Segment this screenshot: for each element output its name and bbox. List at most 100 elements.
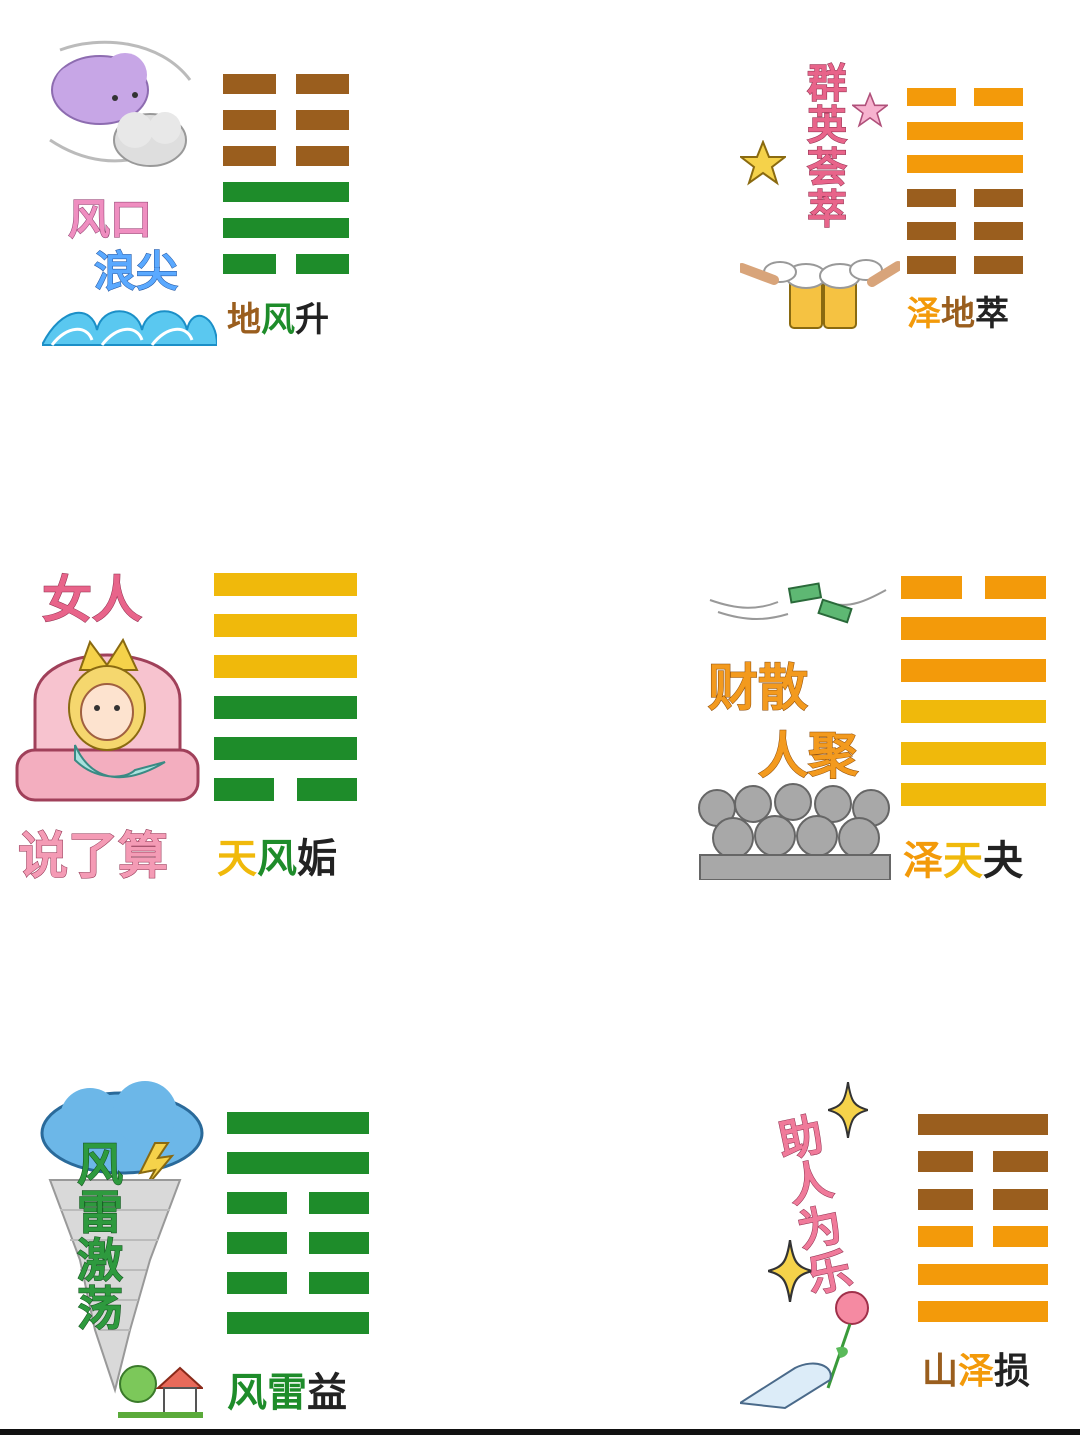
line-segment [296, 110, 349, 130]
line-segment [223, 146, 276, 166]
bottom-bar [0, 1429, 1080, 1435]
line-segment [985, 576, 1046, 599]
line-segment [227, 1312, 369, 1334]
card-gou: 女人 说了算 天风姤 [0, 540, 540, 900]
yin-line [227, 1232, 369, 1254]
line-segment [214, 614, 357, 637]
yang-line [901, 783, 1046, 806]
star-icon [852, 92, 888, 128]
line-segment [901, 700, 1046, 724]
yang-line [918, 1114, 1048, 1135]
hexagram-name-char: 天 [943, 838, 983, 884]
hexagram-lines [227, 1112, 369, 1334]
line-segment [907, 255, 956, 274]
yang-line [901, 700, 1046, 724]
line-segment [309, 1192, 369, 1214]
line-segment [901, 658, 1046, 682]
line-segment [901, 741, 1046, 765]
slogan-line-2: 人聚 [758, 727, 859, 786]
hexagram-name-char: 地 [941, 294, 975, 334]
line-segment [907, 88, 956, 107]
yin-line [918, 1226, 1048, 1248]
line-segment [223, 218, 349, 238]
line-segment [974, 222, 1023, 241]
line-segment [223, 74, 276, 94]
line-segment [974, 88, 1023, 107]
slogan-line-1: 女人 [42, 571, 143, 630]
hexagram-name-char: 姤 [297, 836, 337, 882]
hexagram-name-char: 雷 [267, 1370, 307, 1416]
crowd-icon [698, 783, 891, 880]
yin-line [214, 778, 357, 801]
line-segment [296, 74, 349, 94]
yang-line [223, 182, 349, 202]
yin-line [907, 255, 1023, 274]
hexagram-name: 天风姤 [217, 826, 337, 884]
line-segment [227, 1112, 369, 1134]
slogan-line-1: 财散 [708, 659, 809, 718]
yang-line [918, 1301, 1048, 1322]
hexagram-name-char: 泽 [958, 1351, 995, 1392]
yang-line [227, 1112, 369, 1134]
hexagram-name-char: 夬 [983, 838, 1023, 884]
line-segment [214, 737, 357, 760]
hexagram-name-char: 风 [261, 300, 295, 340]
line-segment [918, 1301, 1048, 1322]
line-segment [918, 1226, 973, 1248]
sparkle-icon [828, 1082, 868, 1138]
line-segment [901, 576, 962, 599]
line-segment [993, 1151, 1048, 1173]
beer-toast-icon [740, 259, 900, 329]
line-segment [296, 254, 349, 274]
yang-line [227, 1152, 369, 1174]
wind-cloud-icon [49, 40, 192, 167]
yang-line [214, 696, 357, 719]
hexagram-name-char: 地 [227, 300, 261, 340]
yin-line [901, 576, 1046, 599]
line-segment [974, 255, 1023, 274]
flying-money-icon [709, 582, 887, 624]
yang-line [214, 655, 357, 678]
line-segment [993, 1226, 1048, 1248]
hexagram-lines [918, 1114, 1048, 1322]
hand-with-rose-icon [740, 1291, 869, 1410]
slogan-vertical: 风雷激荡 [70, 1140, 125, 1333]
yang-line [901, 741, 1046, 765]
line-segment [227, 1192, 287, 1214]
yang-line [901, 658, 1046, 682]
yang-line [907, 121, 1023, 140]
line-segment [907, 155, 1023, 174]
line-segment [214, 573, 357, 596]
line-segment [918, 1263, 1048, 1285]
hexagram-name-char: 益 [307, 1370, 347, 1416]
line-segment [901, 783, 1046, 806]
line-segment [214, 655, 357, 678]
yang-line [227, 1312, 369, 1334]
line-segment [907, 121, 1023, 140]
card-sun: 助人为乐 山泽损 [540, 1060, 1080, 1430]
hexagram-name-char: 风 [257, 836, 297, 882]
card-guai: 财散 人聚 泽天夬 [540, 540, 1080, 900]
hexagram-name: 地风升 [227, 292, 329, 341]
line-segment [309, 1272, 369, 1294]
hexagram-name-char: 升 [295, 300, 329, 340]
line-segment [223, 110, 276, 130]
hexagram-name-char: 泽 [903, 838, 943, 884]
yang-line [901, 617, 1046, 641]
line-segment [296, 778, 357, 801]
yin-line [918, 1151, 1048, 1173]
hexagram-name-char: 泽 [907, 294, 941, 334]
line-segment [918, 1188, 973, 1210]
line-segment [309, 1232, 369, 1254]
card-cui: 群英荟萃 泽地萃 [540, 0, 1080, 400]
yang-line [907, 155, 1023, 174]
line-segment [993, 1188, 1048, 1210]
card-sheng: 风口 浪尖 地风升 [0, 0, 540, 400]
line-segment [296, 146, 349, 166]
line-segment [918, 1151, 973, 1173]
yin-line [223, 146, 349, 166]
line-segment [227, 1152, 369, 1174]
hexagram-name-char: 萃 [975, 294, 1009, 334]
line-segment [214, 696, 357, 719]
line-segment [223, 254, 276, 274]
